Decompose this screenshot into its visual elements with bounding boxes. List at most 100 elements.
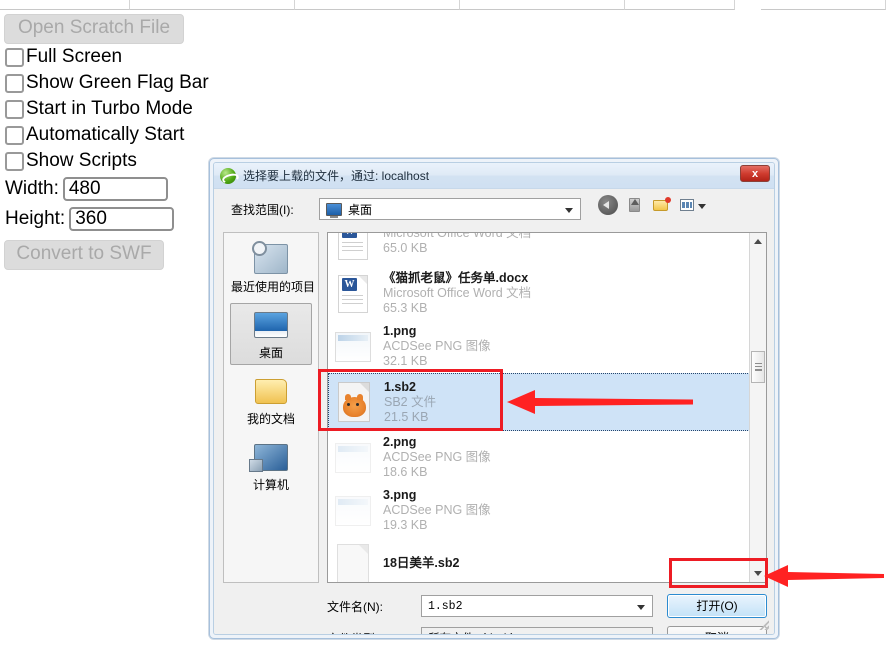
scroll-down-icon[interactable] [750,565,766,582]
height-input[interactable] [69,207,175,231]
screenshot-root: Open Scratch File Full Screen Show Green… [0,0,886,645]
checkbox-row-full-screen[interactable]: Full Screen [5,44,210,70]
file-name: 1.png [383,324,417,338]
desktop-icon [231,307,311,343]
file-type: Microsoft Office Word 文档 [383,233,531,241]
filetype-dropdown[interactable]: 所有文件 (*.*) [420,627,653,634]
file-size: 65.0 KB [383,240,428,255]
table-row[interactable]: W 《猫抓老鼠》任务单.docx Microsoft Office Word 文… [328,267,750,320]
checkbox-row-show-scripts[interactable]: Show Scripts [5,148,210,174]
height-label: Height: [5,208,66,229]
file-list-viewport: W Microsoft Office Word 文档 65.0 KB W [328,233,750,582]
width-label: Width: [5,178,59,199]
png-image-icon [331,495,375,526]
checkbox-show-scripts[interactable] [5,151,24,171]
dialog-title: 选择要上载的文件，通过: localhost [243,169,430,183]
filetype-value: 所有文件 (*.*) [428,630,515,634]
annotation-arrow-to-open-button [764,565,884,587]
top-cell [130,0,295,10]
look-in-label: 查找范围(I): [231,202,294,217]
top-cell [295,0,460,10]
height-field-row: Height: [5,204,210,234]
chevron-down-icon[interactable] [637,605,645,610]
file-type: Microsoft Office Word 文档 [383,286,532,300]
page-top-table-strip [0,0,886,11]
top-cell [625,0,735,10]
file-list-scroll-content: W Microsoft Office Word 文档 65.0 KB W [328,233,750,582]
look-in-dropdown[interactable]: 桌面 [319,198,581,220]
resize-grip-icon[interactable] [758,619,769,630]
file-list-scrollbar[interactable] [749,233,766,582]
convert-to-swf-button[interactable]: Convert to SWF [4,240,164,270]
dialog-inner-frame: 选择要上载的文件，通过: localhost x 查找范围(I): 桌面 最近使… [213,162,775,635]
checkbox-label-full-screen: Full Screen [26,46,123,67]
computer-icon [231,439,311,475]
filetype-row: 文件类型(T): 所有文件 (*.*) 取消 [327,625,767,635]
file-upload-dialog: 选择要上载的文件，通过: localhost x 查找范围(I): 桌面 最近使… [209,158,779,639]
checkbox-show-green-flag-bar[interactable] [5,73,24,93]
place-label-computer: 计算机 [252,478,289,492]
look-in-value: 桌面 [348,202,373,217]
png-image-icon [331,442,375,473]
file-type: ACDSee PNG 图像 [383,503,491,517]
checkbox-start-in-turbo-mode[interactable] [5,99,24,119]
desktop-icon [326,202,342,218]
scratch-converter-panel: Open Scratch File Full Screen Show Green… [0,14,210,270]
png-image-icon [331,331,375,362]
dialog-titlebar[interactable]: 选择要上载的文件，通过: localhost x [214,163,774,189]
scrollbar-thumb[interactable] [751,351,765,383]
file-size: 32.1 KB [383,354,428,368]
filename-input[interactable]: 1.sb2 [420,595,653,617]
file-name: 3.png [383,488,417,502]
cancel-button[interactable]: 取消 [667,626,767,634]
recent-icon [231,241,311,277]
new-folder-icon[interactable] [652,195,672,215]
back-arrow-icon[interactable] [598,195,618,215]
table-row[interactable]: 1.png ACDSee PNG 图像 32.1 KB [328,320,750,373]
dialog-toolbar [598,195,706,215]
filename-value: 1.sb2 [427,599,463,613]
place-label-recent: 最近使用的项目 [231,280,316,294]
views-icon[interactable] [679,195,706,215]
place-item-computer[interactable]: 计算机 [230,435,312,497]
checkbox-automatically-start[interactable] [5,125,24,145]
file-size: 21.5 KB [384,409,429,424]
sb2-scratch-icon [331,543,375,582]
up-one-level-icon[interactable] [625,195,645,215]
checkbox-full-screen[interactable] [5,47,24,67]
place-item-desktop[interactable]: 桌面 [230,303,312,365]
place-label-desktop: 桌面 [258,346,283,360]
checkbox-row-automatically-start[interactable]: Automatically Start [5,122,210,148]
file-name: 2.png [383,435,417,449]
checkbox-row-start-in-turbo-mode[interactable]: Start in Turbo Mode [5,96,210,122]
open-scratch-file-button[interactable]: Open Scratch File [4,14,184,44]
width-input[interactable] [62,177,168,201]
table-row[interactable]: 1.sb2 SB2 文件 21.5 KB [328,373,750,431]
table-row[interactable]: W Microsoft Office Word 文档 65.0 KB [328,233,750,267]
file-list[interactable]: W Microsoft Office Word 文档 65.0 KB W [327,232,767,583]
filetype-label: 文件类型(T): [327,630,421,635]
filename-label: 文件名(N): [327,599,383,614]
checkbox-row-show-green-flag-bar[interactable]: Show Green Flag Bar [5,70,210,96]
checkbox-label-start-in-turbo-mode: Start in Turbo Mode [26,98,193,119]
open-button[interactable]: 打开(O) [667,594,767,618]
file-type: SB2 文件 [384,394,437,409]
scroll-up-icon[interactable] [750,233,766,250]
chevron-down-icon[interactable] [565,208,573,213]
table-row[interactable]: 3.png ACDSee PNG 图像 19.3 KB [328,484,750,537]
file-name: 《猫抓老鼠》任务单.docx [383,271,529,285]
word-doc-icon: W [331,233,375,260]
top-cell [460,0,625,10]
chevron-down-icon[interactable] [698,204,706,209]
dialog-bottom-form: 文件名(N): 1.sb2 打开(O) 文件类型(T): 所有文件 (*.*) [327,593,767,635]
places-bar: 最近使用的项目 桌面 我的文档 计算机 [223,232,319,583]
place-item-recent[interactable]: 最近使用的项目 [230,237,316,299]
top-cell [761,0,886,10]
internet-explorer-icon [220,167,236,184]
table-row[interactable]: 18日美羊.sb2 [328,537,750,582]
place-item-documents[interactable]: 我的文档 [230,369,312,431]
close-icon[interactable]: x [740,165,770,182]
checkbox-label-show-scripts: Show Scripts [26,150,137,171]
filename-row: 文件名(N): 1.sb2 打开(O) [327,593,767,619]
table-row[interactable]: 2.png ACDSee PNG 图像 18.6 KB [328,431,750,484]
